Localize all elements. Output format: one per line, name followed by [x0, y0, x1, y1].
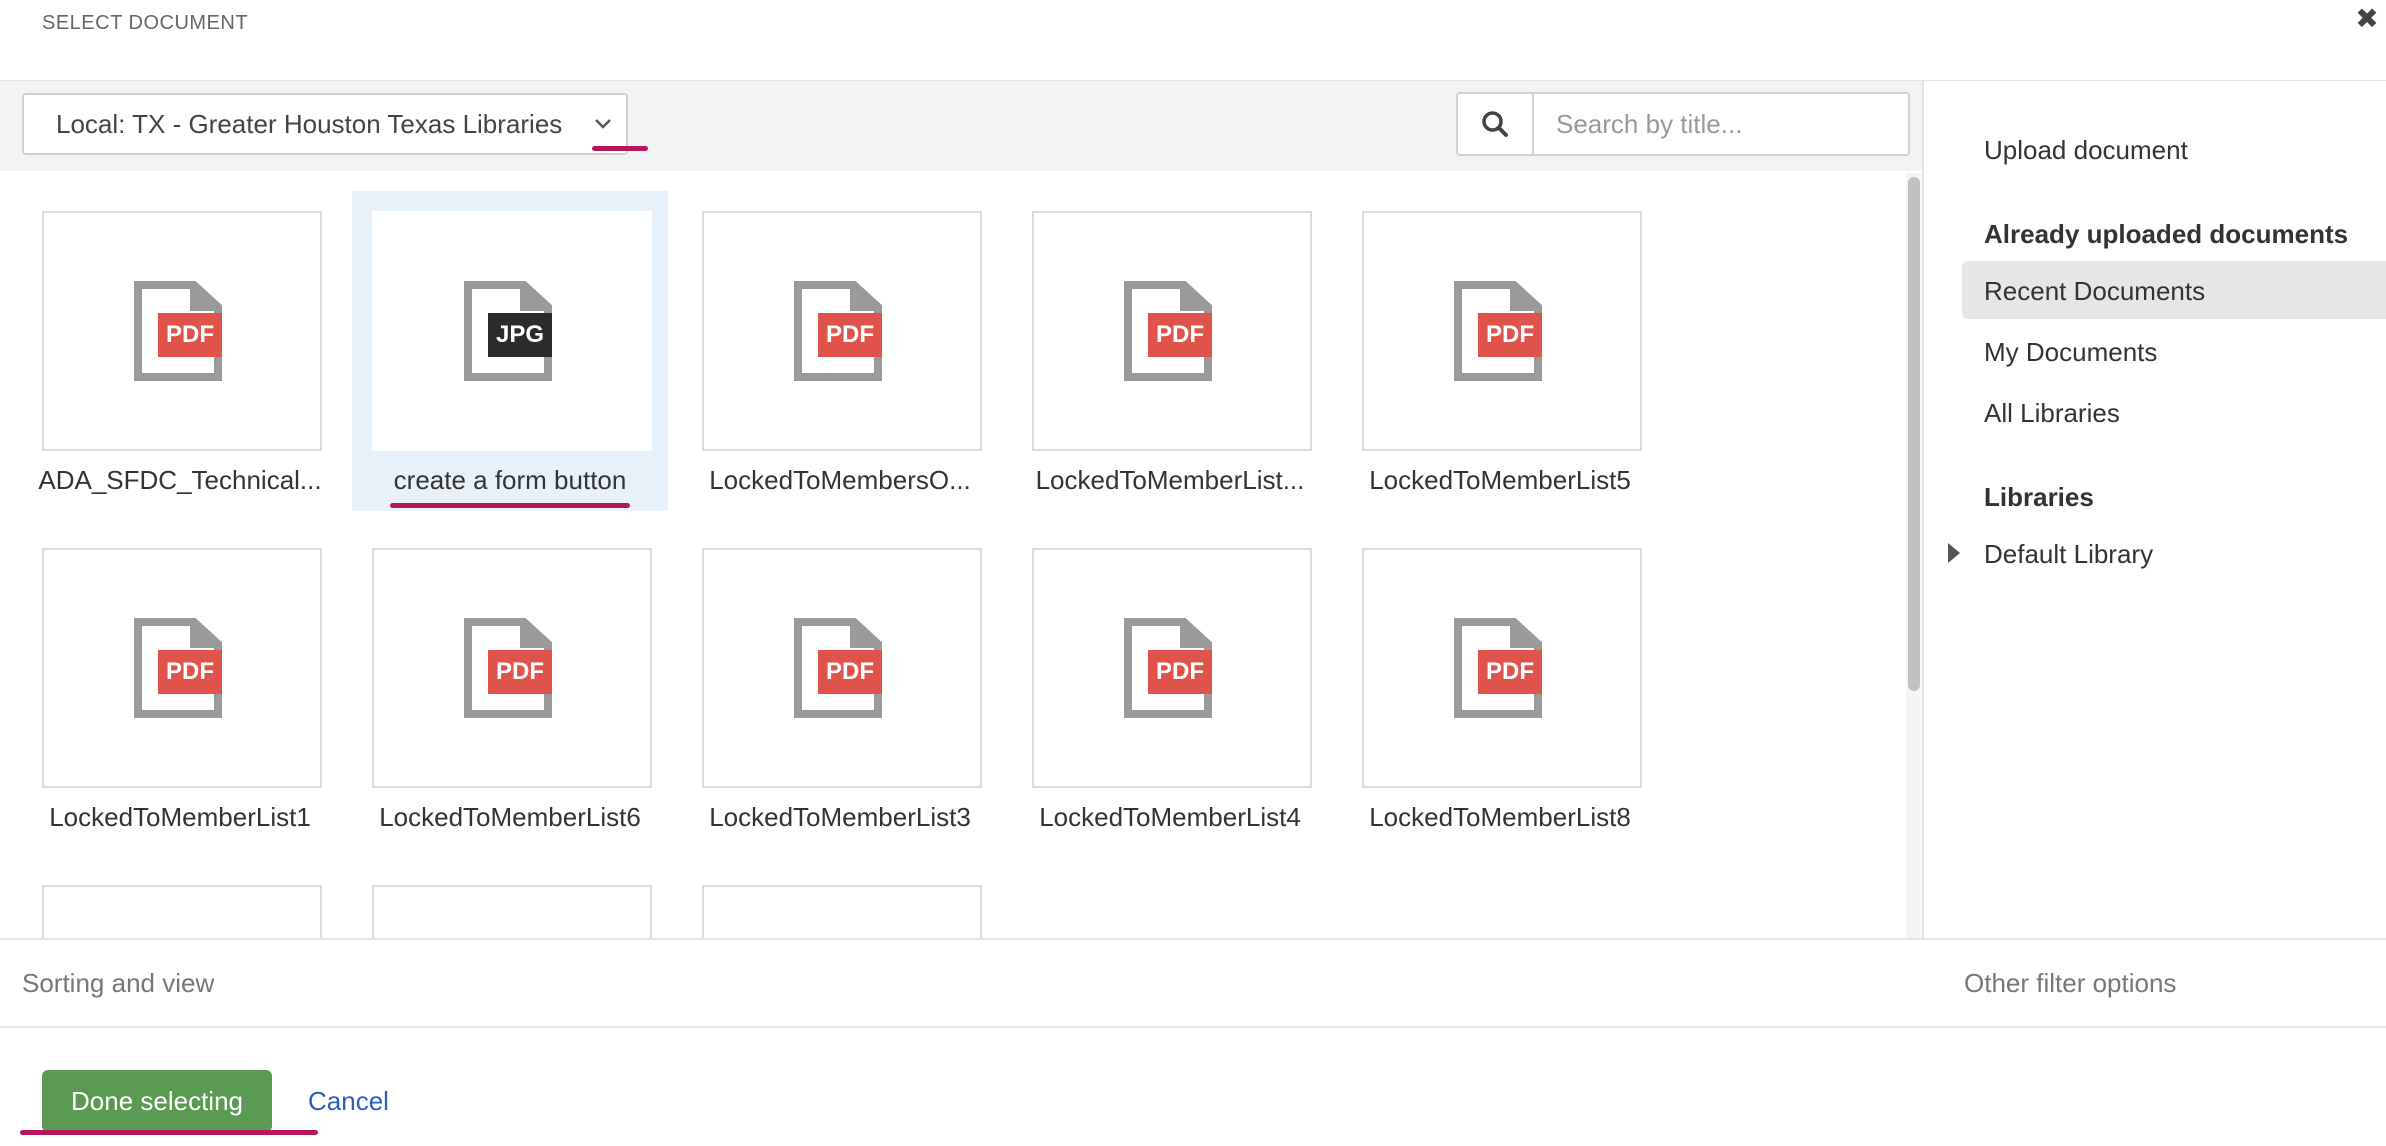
document-name: LockedToMembersO...	[709, 465, 971, 495]
document-thumbnail: PDF	[702, 548, 982, 788]
file-type-badge: PDF	[1478, 650, 1542, 694]
file-icon: PDF	[462, 618, 562, 718]
file-icon: PDF	[1452, 618, 1552, 718]
document-tile[interactable]: PDF LockedToMemberList1	[22, 528, 338, 848]
document-name: LockedToMemberList...	[1035, 465, 1305, 495]
search-input[interactable]	[1534, 94, 1904, 154]
document-tile-partial[interactable]	[682, 865, 998, 939]
document-tile[interactable]: JPG create a form button	[352, 191, 668, 511]
document-name: ADA_SFDC_Technical...	[38, 465, 322, 495]
selected-underline-mark	[390, 503, 630, 508]
done-underline-mark	[20, 1130, 318, 1135]
document-thumbnail: PDF	[1362, 211, 1642, 451]
sidebar-item-my-documents[interactable]: My Documents	[1984, 337, 2157, 368]
file-type-badge: PDF	[488, 650, 552, 694]
document-grid: PDF ADA_SFDC_Technical... JPG create a form…	[0, 173, 1906, 939]
document-name: LockedToMemberList5	[1369, 465, 1631, 495]
document-name: LockedToMemberList6	[379, 802, 641, 832]
document-thumbnail: JPG	[372, 211, 652, 451]
other-filter-options-bar[interactable]: Other filter options	[1922, 938, 2386, 1028]
file-type-badge: PDF	[1478, 313, 1542, 357]
search-box	[1456, 92, 1910, 156]
sidebar-item-all-libraries[interactable]: All Libraries	[1984, 398, 2120, 429]
file-icon: PDF	[132, 281, 232, 381]
sidebar-item-default-library[interactable]: Default Library	[1984, 539, 2153, 570]
sidebar: Upload document Already uploaded documen…	[1924, 80, 2386, 939]
document-thumbnail: PDF	[1032, 211, 1312, 451]
document-tile[interactable]: PDF ADA_SFDC_Technical...	[22, 191, 338, 511]
sorting-and-view-bar[interactable]: Sorting and view	[0, 938, 1922, 1028]
toolbar: Local: TX - Greater Houston Texas Librar…	[0, 81, 1922, 171]
document-tile[interactable]: PDF LockedToMemberList4	[1012, 528, 1328, 848]
document-tile[interactable]: PDF LockedToMemberList8	[1342, 528, 1658, 848]
uploaded-documents-heading: Already uploaded documents	[1984, 219, 2349, 249]
file-icon: PDF	[1122, 281, 1222, 381]
document-thumbnail: PDF	[42, 548, 322, 788]
expand-caret-icon[interactable]	[1948, 543, 1960, 563]
file-type-badge: PDF	[158, 650, 222, 694]
other-filter-options-label: Other filter options	[1964, 968, 2177, 998]
scrollbar-thumb[interactable]	[1908, 177, 1920, 691]
file-icon: PDF	[1452, 281, 1552, 381]
cancel-link[interactable]: Cancel	[308, 1086, 389, 1117]
document-name: LockedToMemberList8	[1369, 802, 1631, 832]
file-icon: PDF	[792, 618, 892, 718]
library-select-value: Local: TX - Greater Houston Texas Librar…	[56, 109, 563, 139]
file-type-badge: PDF	[818, 650, 882, 694]
upload-document-link[interactable]: Upload document	[1984, 135, 2188, 166]
file-icon: PDF	[1122, 618, 1222, 718]
document-thumbnail	[702, 885, 982, 939]
file-type-badge: PDF	[1148, 650, 1212, 694]
select-underline-mark	[592, 146, 648, 151]
file-icon: PDF	[132, 618, 232, 718]
file-type-badge: PDF	[818, 313, 882, 357]
chevron-down-icon	[588, 95, 618, 153]
file-icon: JPG	[462, 281, 562, 381]
document-name: LockedToMemberList3	[709, 802, 971, 832]
done-selecting-button[interactable]: Done selecting	[42, 1070, 272, 1132]
document-tile[interactable]: PDF LockedToMemberList...	[1012, 191, 1328, 511]
sidebar-item-recent-documents[interactable]: Recent Documents	[1984, 276, 2205, 307]
document-thumbnail: PDF	[1362, 548, 1642, 788]
file-icon: PDF	[792, 281, 892, 381]
document-thumbnail: PDF	[1032, 548, 1312, 788]
document-tile-partial[interactable]	[352, 865, 668, 939]
search-icon[interactable]	[1458, 94, 1534, 154]
document-thumbnail	[42, 885, 322, 939]
document-tile[interactable]: PDF LockedToMemberList6	[352, 528, 668, 848]
document-name: LockedToMemberList4	[1039, 802, 1301, 832]
file-type-badge: JPG	[488, 313, 552, 357]
document-tile[interactable]: PDF LockedToMembersO...	[682, 191, 998, 511]
document-tile[interactable]: PDF LockedToMemberList5	[1342, 191, 1658, 511]
libraries-heading: Libraries	[1984, 482, 2094, 512]
document-thumbnail	[372, 885, 652, 939]
document-tile-partial[interactable]	[22, 865, 338, 939]
dialog-title: SELECT DOCUMENT	[42, 12, 249, 34]
document-tile[interactable]: PDF LockedToMemberList3	[682, 528, 998, 848]
document-browser: Local: TX - Greater Houston Texas Librar…	[0, 80, 1924, 939]
sorting-and-view-label: Sorting and view	[22, 968, 215, 998]
library-select[interactable]: Local: TX - Greater Houston Texas Librar…	[22, 93, 628, 155]
file-type-badge: PDF	[158, 313, 222, 357]
close-icon[interactable]: ✖	[2352, 4, 2382, 34]
document-thumbnail: PDF	[42, 211, 322, 451]
document-name: LockedToMemberList1	[49, 802, 311, 832]
scrollbar[interactable]	[1906, 173, 1922, 939]
document-thumbnail: PDF	[372, 548, 652, 788]
file-type-badge: PDF	[1148, 313, 1212, 357]
document-thumbnail: PDF	[702, 211, 982, 451]
document-name: create a form button	[393, 465, 627, 495]
